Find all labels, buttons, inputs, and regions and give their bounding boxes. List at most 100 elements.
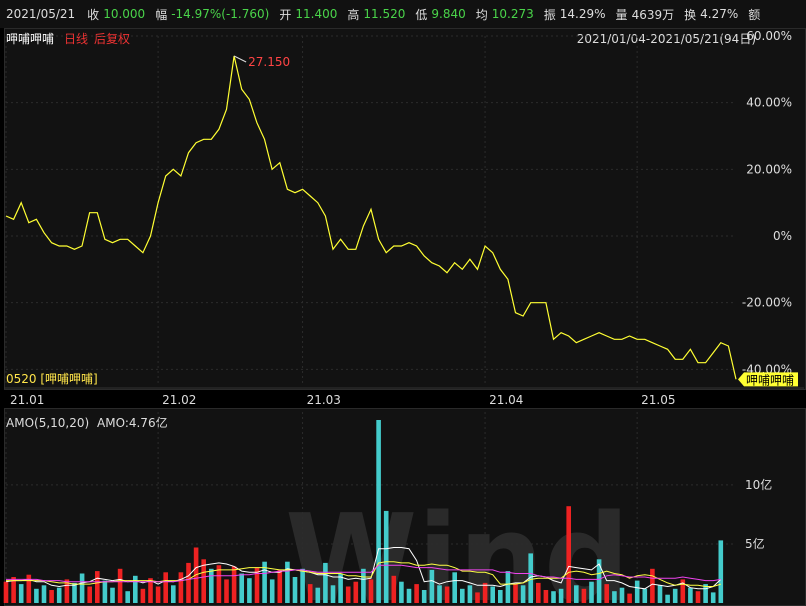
x-tick-label: 21.02 bbox=[162, 393, 196, 407]
amo-bar bbox=[277, 569, 283, 603]
amo-bar bbox=[460, 588, 465, 603]
amo-bar bbox=[239, 573, 244, 603]
amo-bar bbox=[171, 585, 176, 603]
amo-bar bbox=[300, 568, 305, 603]
amo-bar bbox=[574, 585, 579, 603]
y-tick-label: 0% bbox=[773, 229, 792, 243]
amo-bar bbox=[505, 571, 511, 603]
amo-bar bbox=[589, 581, 594, 603]
amo-bar bbox=[133, 575, 138, 603]
amo-bar bbox=[79, 573, 85, 603]
y-tick-label: -20.00% bbox=[742, 296, 792, 310]
end-tag-label: 呷哺呷哺 bbox=[746, 373, 794, 387]
amo-bar bbox=[140, 588, 146, 603]
amo-bar bbox=[345, 586, 351, 603]
amo-bar bbox=[490, 586, 495, 603]
amo-bar bbox=[376, 420, 381, 603]
amo-bar bbox=[125, 591, 130, 603]
amo-bar bbox=[216, 565, 222, 603]
chart-svg: Wind21.01 21.02 21.03 21.04 21.0560.00%40.00… bbox=[3, 29, 804, 606]
amo-bar bbox=[186, 562, 191, 603]
amo-bar bbox=[619, 587, 625, 603]
amo-bar bbox=[49, 590, 54, 603]
amo-bar bbox=[307, 584, 313, 603]
amo-bar bbox=[292, 577, 298, 603]
amo-bar bbox=[467, 585, 473, 603]
amo-bar bbox=[406, 588, 412, 603]
amo-bar bbox=[482, 582, 488, 603]
amo-bar bbox=[551, 591, 556, 603]
peak-label: 27.150 bbox=[248, 55, 290, 69]
amo-bar bbox=[604, 584, 609, 603]
amo-bar bbox=[224, 579, 229, 603]
amo-bar bbox=[665, 594, 670, 603]
amo-bar bbox=[323, 562, 328, 603]
amo-bar bbox=[710, 592, 716, 603]
amo-bar bbox=[718, 540, 724, 603]
amo-bar bbox=[72, 582, 77, 603]
amo-bar bbox=[657, 585, 663, 603]
amo-y-label: 5亿 bbox=[745, 536, 765, 551]
y-tick-label: 60.00% bbox=[746, 29, 792, 43]
x-tick-label: 21.03 bbox=[307, 393, 341, 407]
amo-bar bbox=[361, 568, 366, 603]
amo-bar bbox=[452, 572, 457, 603]
amo-bar bbox=[444, 586, 450, 603]
amo-bar bbox=[315, 587, 321, 603]
amo-bar bbox=[634, 580, 640, 603]
amo-bar bbox=[543, 590, 549, 603]
amo-bar bbox=[688, 587, 693, 603]
amo-bar bbox=[642, 588, 648, 603]
y-tick-label: 40.00% bbox=[746, 96, 792, 110]
amo-bar bbox=[56, 587, 62, 603]
amo-bar bbox=[695, 591, 701, 603]
amo-bar bbox=[437, 585, 442, 603]
amo-bar bbox=[87, 586, 92, 603]
amo-bar bbox=[247, 578, 252, 603]
price-line bbox=[5, 55, 737, 380]
amo-bar bbox=[95, 571, 100, 603]
amo-bar bbox=[536, 582, 541, 603]
amo-bar bbox=[399, 581, 404, 603]
amo-bar bbox=[429, 569, 435, 603]
x-tick-label: 21.01 bbox=[10, 393, 44, 407]
amo-bar bbox=[18, 584, 24, 603]
amo-bar bbox=[330, 585, 336, 603]
amo-bar bbox=[353, 581, 359, 603]
amo-bar bbox=[650, 568, 655, 603]
amo-bar bbox=[3, 581, 9, 603]
amo-bar bbox=[110, 587, 115, 603]
amo-bar bbox=[612, 591, 617, 603]
amo-bar bbox=[231, 566, 237, 603]
amo-bar bbox=[566, 506, 571, 603]
amo-bar bbox=[513, 584, 518, 603]
amo-bar bbox=[627, 593, 632, 603]
amo-bar bbox=[558, 588, 564, 603]
x-tick-label: 21.05 bbox=[641, 393, 675, 407]
amo-bar bbox=[41, 585, 47, 603]
amo-bar bbox=[163, 572, 168, 603]
peak-marker bbox=[233, 55, 247, 63]
amo-y-label: 10亿 bbox=[745, 477, 772, 492]
amo-bar bbox=[421, 590, 427, 603]
amo-bar bbox=[368, 579, 374, 603]
amo-bar bbox=[269, 579, 275, 603]
amo-bar bbox=[498, 590, 503, 603]
amo-bar bbox=[520, 585, 526, 603]
amo-bar bbox=[672, 588, 678, 603]
amo-bar bbox=[285, 561, 290, 603]
amo-bar bbox=[102, 580, 108, 603]
amo-bar bbox=[414, 584, 419, 603]
amo-bar bbox=[178, 572, 184, 603]
amo-bar bbox=[254, 567, 260, 603]
amo-bar bbox=[475, 592, 480, 603]
amo-bar bbox=[34, 588, 39, 603]
amo-bar bbox=[155, 586, 161, 603]
amo-bar bbox=[581, 588, 587, 603]
y-tick-label: 20.00% bbox=[746, 162, 792, 176]
amo-bar bbox=[383, 510, 389, 603]
amo-bar bbox=[391, 575, 397, 603]
amo-bar bbox=[209, 568, 214, 603]
amo-bar bbox=[117, 568, 123, 603]
x-tick-label: 21.04 bbox=[489, 393, 523, 407]
